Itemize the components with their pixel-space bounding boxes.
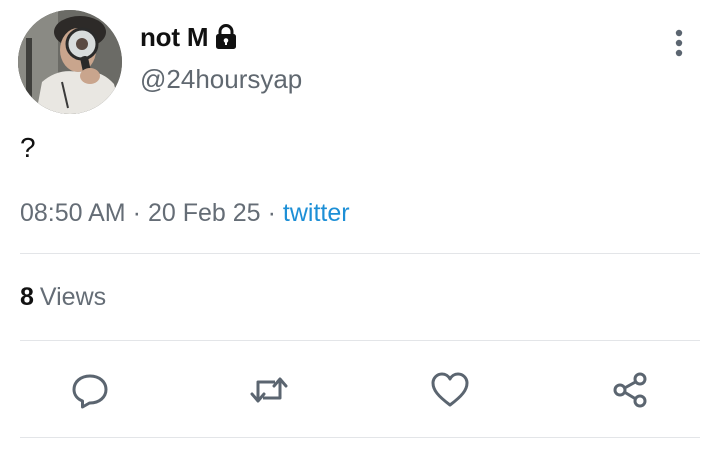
lock-icon <box>214 24 238 50</box>
divider <box>20 340 700 341</box>
tweet-text: ? <box>20 132 36 163</box>
more-vertical-icon <box>675 29 683 57</box>
author-handle[interactable]: @24hoursyap <box>140 64 302 95</box>
like-button[interactable] <box>428 368 472 412</box>
tweet-source-link[interactable]: twitter <box>283 199 350 227</box>
tweet-detail: not M @24hoursyap ? 08:50 AM · 20 Feb 25 · t… <box>0 0 720 456</box>
share-button[interactable] <box>608 368 652 412</box>
display-name[interactable]: not M <box>140 22 209 53</box>
avatar-photo <box>18 10 122 114</box>
reply-icon <box>72 374 108 409</box>
divider <box>20 253 700 254</box>
heart-icon <box>431 372 469 407</box>
avatar[interactable] <box>18 10 122 114</box>
reply-button[interactable] <box>68 368 112 412</box>
meta-separator: · <box>267 199 276 227</box>
meta-separator: · <box>132 199 141 227</box>
views-label: Views <box>39 283 107 311</box>
retweet-icon <box>250 377 288 403</box>
share-icon <box>613 372 647 408</box>
divider <box>20 437 700 438</box>
tweet-meta: 08:50 AM · 20 Feb 25 · twitter <box>20 199 350 228</box>
retweet-button[interactable] <box>247 368 291 412</box>
views-stat[interactable]: 8 Views <box>20 283 106 312</box>
more-options-button[interactable] <box>664 26 694 60</box>
author-name-row: not M <box>140 20 238 54</box>
tweet-date: 20 Feb 25 <box>147 199 261 227</box>
views-count: 8 <box>20 283 34 311</box>
tweet-time: 08:50 AM <box>20 199 126 227</box>
